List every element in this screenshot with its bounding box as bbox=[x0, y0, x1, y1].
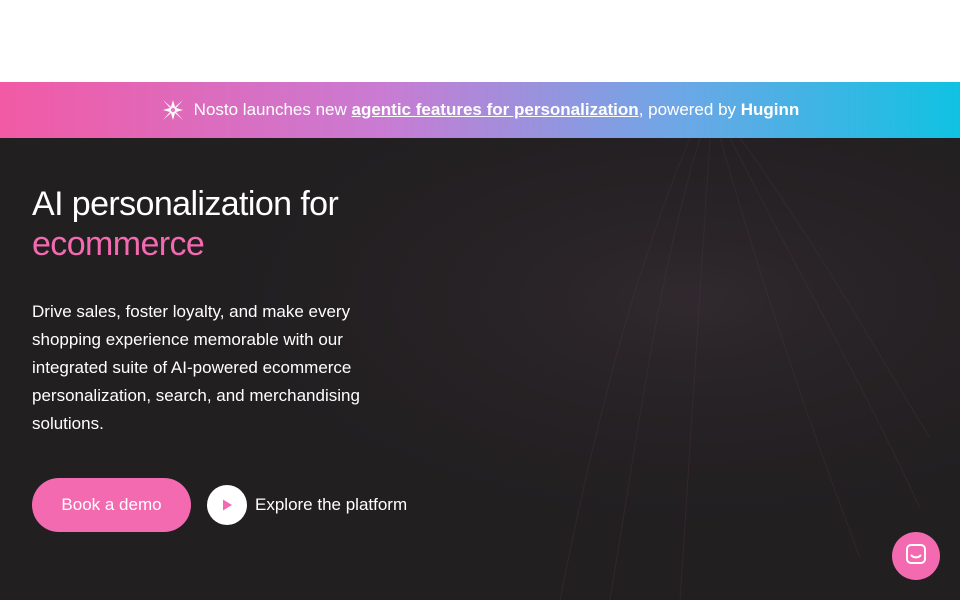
top-navigation-bar bbox=[0, 0, 960, 82]
announcement-link[interactable]: agentic features for personalization bbox=[352, 100, 639, 119]
book-demo-button[interactable]: Book a demo bbox=[32, 478, 191, 532]
explore-platform-label: Explore the platform bbox=[255, 495, 408, 514]
announcement-brand: Huginn bbox=[740, 100, 800, 119]
hero-section: AI personalization for ecommerce Drive s… bbox=[0, 138, 960, 600]
nosto-logo-icon bbox=[161, 98, 185, 122]
cta-row: Book a demo Explore the platform bbox=[32, 478, 407, 532]
headline-accent: ecommerce bbox=[32, 225, 205, 263]
hero-description: Drive sales, foster loyalty, and make ev… bbox=[32, 302, 360, 433]
hero-headline: AI personalization for ecommerce bbox=[32, 184, 339, 264]
play-icon bbox=[207, 485, 247, 525]
announcement-text: Nosto launches new agentic features for … bbox=[194, 100, 800, 120]
chat-icon bbox=[905, 543, 927, 570]
chat-launcher-button[interactable] bbox=[892, 532, 940, 580]
headline-line1: AI personalization for bbox=[32, 185, 339, 223]
announcement-banner[interactable]: Nosto launches new agentic features for … bbox=[0, 82, 960, 138]
announcement-middle: , powered by bbox=[638, 100, 737, 119]
explore-platform-link[interactable]: Explore the platform bbox=[207, 485, 407, 525]
announcement-prefix: Nosto launches new bbox=[193, 100, 347, 119]
